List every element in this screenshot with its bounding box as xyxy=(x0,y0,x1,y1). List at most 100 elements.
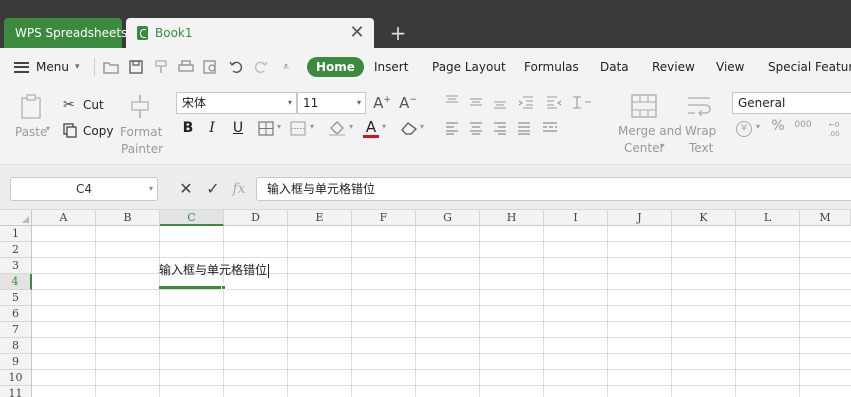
format-painter-label-1: Format xyxy=(120,125,163,139)
undo-icon[interactable] xyxy=(227,58,245,76)
new-tab-plus-icon[interactable]: + xyxy=(387,20,409,46)
tab-book1[interactable]: Book1 ✕ xyxy=(126,18,374,48)
column-header-a[interactable]: A xyxy=(32,210,96,226)
chevron-down-icon: ▾ xyxy=(287,98,292,107)
gridline xyxy=(223,226,224,397)
format-brush-icon[interactable] xyxy=(152,58,170,76)
gridline xyxy=(32,305,851,306)
tab-data[interactable]: Data xyxy=(600,58,629,76)
name-box[interactable]: C4 ▾ xyxy=(10,177,158,201)
font-name-select[interactable]: 宋体 ▾ xyxy=(176,92,297,114)
chevron-down-icon[interactable]: ▾ xyxy=(310,122,314,131)
font-color-icon[interactable]: A xyxy=(363,119,379,138)
fill-color-icon[interactable] xyxy=(328,120,346,136)
number-format-select[interactable]: General xyxy=(732,92,851,114)
gridline xyxy=(32,353,851,354)
tab-book1-label: Book1 xyxy=(155,26,193,40)
cancel-edit-icon[interactable]: ✕ xyxy=(177,179,195,199)
cell-edit-input[interactable]: 输入框与单元格错位 xyxy=(159,262,270,278)
row-header-4[interactable]: 4 xyxy=(0,274,32,290)
row-header-9[interactable]: 9 xyxy=(0,354,32,370)
increase-font-icon[interactable]: A+ xyxy=(372,94,392,112)
row-header-5[interactable]: 5 xyxy=(0,290,32,306)
gridline xyxy=(607,226,608,397)
tab-formulas[interactable]: Formulas xyxy=(524,58,579,76)
font-size-select[interactable]: 11 ▾ xyxy=(297,92,366,114)
fill-handle[interactable] xyxy=(221,285,226,290)
currency-icon[interactable]: ¥ xyxy=(736,121,752,137)
select-all-corner[interactable] xyxy=(0,210,32,226)
percent-button[interactable]: % xyxy=(770,118,786,134)
column-header-c[interactable]: C xyxy=(160,210,224,226)
thousands-separator-button[interactable]: 000 xyxy=(793,120,813,130)
column-header-m[interactable]: M xyxy=(800,210,851,226)
gridline xyxy=(671,226,672,397)
print-preview-icon[interactable] xyxy=(202,58,220,76)
formula-input[interactable]: 输入框与单元格错位 xyxy=(256,177,851,201)
main-menu-button[interactable]: Menu ▾ xyxy=(14,57,79,77)
save-icon[interactable] xyxy=(127,58,145,76)
chevron-down-icon[interactable]: ▾ xyxy=(277,122,281,131)
number-format-value: General xyxy=(738,96,786,110)
spreadsheet-doc-icon xyxy=(137,26,148,40)
title-tab-bar: WPS Spreadsheets Book1 ✕ + xyxy=(0,0,851,48)
column-header-d[interactable]: D xyxy=(224,210,288,226)
svg-text:←0: ←0 xyxy=(829,121,839,129)
increase-decimal-icon[interactable]: ←0 .00 xyxy=(824,119,844,139)
insert-function-icon[interactable]: fx xyxy=(230,179,248,199)
format-painter-label-2: Painter xyxy=(121,142,164,156)
tab-home[interactable]: Home xyxy=(307,57,364,77)
italic-button[interactable]: I xyxy=(204,120,220,136)
chevron-down-icon[interactable]: ▾ xyxy=(349,122,353,131)
cell-style-icon[interactable] xyxy=(290,121,306,136)
tab-view[interactable]: View xyxy=(716,58,744,76)
row-header-10[interactable]: 10 xyxy=(0,370,32,386)
redo-icon[interactable] xyxy=(252,58,270,76)
gridline xyxy=(32,385,851,386)
menu-bar: Menu ▾ ⩡ Home Insert Page Layout Formula… xyxy=(0,48,851,86)
column-header-e[interactable]: E xyxy=(288,210,352,226)
tab-review[interactable]: Review xyxy=(652,58,695,76)
chevron-down-icon[interactable]: ▾ xyxy=(420,122,424,131)
column-header-g[interactable]: G xyxy=(416,210,480,226)
underline-button[interactable]: U xyxy=(230,120,246,136)
column-header-k[interactable]: K xyxy=(672,210,736,226)
chevron-down-icon: ▾ xyxy=(148,184,153,193)
chevron-down-icon[interactable]: ▾ xyxy=(756,122,760,131)
bold-button[interactable]: B xyxy=(180,120,196,136)
chevron-down-icon: ▾ xyxy=(660,141,665,150)
tab-wps-spreadsheets[interactable]: WPS Spreadsheets xyxy=(4,18,127,48)
column-header-h[interactable]: H xyxy=(480,210,544,226)
chevron-down-icon[interactable]: ▾ xyxy=(382,122,386,131)
row-header-1[interactable]: 1 xyxy=(0,226,32,242)
row-header-8[interactable]: 8 xyxy=(0,338,32,354)
confirm-edit-icon[interactable]: ✓ xyxy=(204,179,222,199)
gridline xyxy=(32,241,851,242)
open-folder-icon[interactable] xyxy=(102,58,120,76)
column-header-l[interactable]: L xyxy=(736,210,800,226)
row-header-2[interactable]: 2 xyxy=(0,242,32,258)
row-header-11[interactable]: 11 xyxy=(0,386,32,397)
spreadsheet-grid[interactable]: A B C D E F G H I J K L M 1 2 3 4 5 6 7 … xyxy=(0,210,851,397)
decrease-font-icon[interactable]: A− xyxy=(398,94,418,112)
paste-label: Paste xyxy=(15,125,48,139)
row-header-7[interactable]: 7 xyxy=(0,322,32,338)
column-header-f[interactable]: F xyxy=(352,210,416,226)
column-header-j[interactable]: J xyxy=(608,210,672,226)
print-icon[interactable] xyxy=(177,58,195,76)
tab-page-layout[interactable]: Page Layout xyxy=(432,58,506,76)
chevron-down-icon: ▾ xyxy=(46,124,51,133)
close-tab-icon[interactable]: ✕ xyxy=(348,22,366,44)
gridline xyxy=(32,257,851,258)
customize-toolbar-icon[interactable]: ⩡ xyxy=(277,58,295,76)
tab-insert[interactable]: Insert xyxy=(374,58,408,76)
eraser-icon[interactable] xyxy=(400,121,418,135)
column-header-b[interactable]: B xyxy=(96,210,160,226)
column-header-i[interactable]: I xyxy=(544,210,608,226)
format-painter-icon xyxy=(131,95,149,118)
borders-icon[interactable] xyxy=(258,121,274,136)
tab-special-features[interactable]: Special Features xyxy=(768,58,851,76)
row-header-6[interactable]: 6 xyxy=(0,306,32,322)
row-header-3[interactable]: 3 xyxy=(0,258,32,274)
main-menu-label: Menu xyxy=(36,60,69,74)
